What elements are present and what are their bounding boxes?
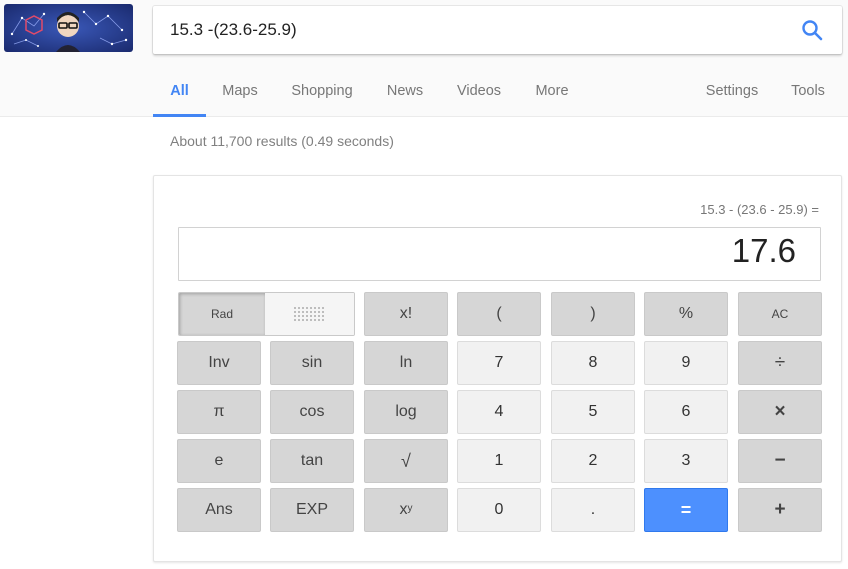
search-box[interactable] <box>153 6 842 54</box>
calculator-card: 15.3 - (23.6 - 25.9) = 17.6 Rad x! ( ) %… <box>153 175 842 562</box>
search-input[interactable] <box>170 17 770 43</box>
multiply-key[interactable]: × <box>738 390 822 434</box>
percent-key[interactable]: % <box>644 292 728 336</box>
log-key[interactable]: log <box>364 390 448 434</box>
tab-settings[interactable]: Settings <box>704 66 760 117</box>
pi-key[interactable]: π <box>177 390 261 434</box>
inverse-key[interactable]: Inv <box>177 341 261 385</box>
all-clear-key[interactable]: AC <box>738 292 822 336</box>
digit-1-key[interactable]: 1 <box>457 439 541 483</box>
result-stats: About 11,700 results (0.49 seconds) <box>170 133 394 149</box>
deg-mode-button[interactable] <box>265 293 354 335</box>
digit-0-key[interactable]: 0 <box>457 488 541 532</box>
calculator-display: 17.6 <box>178 227 821 281</box>
tab-more[interactable]: More <box>534 66 570 117</box>
tab-all[interactable]: All <box>153 66 206 117</box>
calculator-expression: 15.3 - (23.6 - 25.9) = <box>700 202 819 217</box>
divide-key[interactable]: ÷ <box>738 341 822 385</box>
ln-key[interactable]: ln <box>364 341 448 385</box>
digit-4-key[interactable]: 4 <box>457 390 541 434</box>
cos-key[interactable]: cos <box>270 390 354 434</box>
search-icon[interactable] <box>800 18 824 42</box>
digit-3-key[interactable]: 3 <box>644 439 728 483</box>
left-paren-key[interactable]: ( <box>457 292 541 336</box>
angle-mode-toggle: Rad <box>178 292 355 336</box>
tan-key[interactable]: tan <box>270 439 354 483</box>
digit-2-key[interactable]: 2 <box>551 439 635 483</box>
tab-maps[interactable]: Maps <box>220 66 260 117</box>
digit-5-key[interactable]: 5 <box>551 390 635 434</box>
minus-key[interactable]: − <box>738 439 822 483</box>
euler-key[interactable]: e <box>177 439 261 483</box>
equals-key[interactable]: = <box>644 488 728 532</box>
power-exponent-label: y <box>407 502 413 514</box>
digit-7-key[interactable]: 7 <box>457 341 541 385</box>
plus-key[interactable]: + <box>738 488 822 532</box>
digit-9-key[interactable]: 9 <box>644 341 728 385</box>
right-paren-key[interactable]: ) <box>551 292 635 336</box>
rad-mode-button[interactable]: Rad <box>179 293 265 335</box>
tab-news[interactable]: News <box>385 66 425 117</box>
sin-key[interactable]: sin <box>270 341 354 385</box>
digit-8-key[interactable]: 8 <box>551 341 635 385</box>
decimal-point-key[interactable]: . <box>551 488 635 532</box>
deg-dots-icon <box>293 307 324 321</box>
tab-shopping[interactable]: Shopping <box>290 66 354 117</box>
calculator-result: 17.6 <box>731 232 796 269</box>
exponent-key[interactable]: EXP <box>270 488 354 532</box>
doodle-logo[interactable] <box>4 4 133 52</box>
power-base-label: x <box>399 501 408 518</box>
answer-key[interactable]: Ans <box>177 488 261 532</box>
tab-videos[interactable]: Videos <box>455 66 503 117</box>
square-root-key[interactable]: √ <box>364 439 448 483</box>
digit-6-key[interactable]: 6 <box>644 390 728 434</box>
tab-tools[interactable]: Tools <box>790 66 826 117</box>
factorial-key[interactable]: x! <box>364 292 448 336</box>
power-key[interactable]: xy <box>364 488 448 532</box>
